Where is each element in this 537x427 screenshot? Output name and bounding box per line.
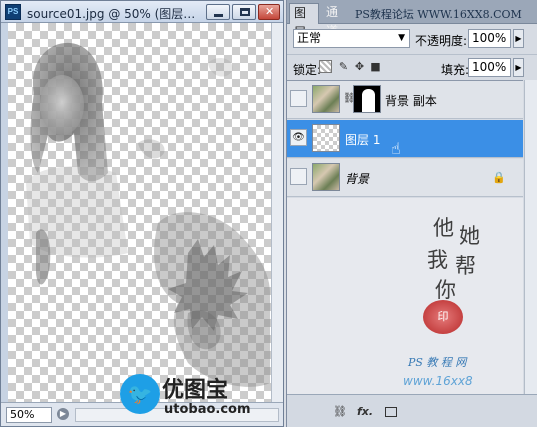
visibility-toggle[interactable] <box>290 168 307 185</box>
blossom-shape-2 <box>208 57 233 77</box>
face-shape <box>40 75 84 135</box>
brand-name-cn: 优图宝 <box>162 378 229 403</box>
layer-thumbnail <box>312 163 340 191</box>
visibility-toggle[interactable] <box>290 90 307 107</box>
tab-layers[interactable]: 图层 <box>289 3 319 39</box>
layers-list: ⛓ 背景 副本 👁 图层 1 背景 🔒 ☝ <box>287 80 523 198</box>
layer-name: 背景 副本 <box>385 94 437 108</box>
blossom-shape <box>138 139 165 159</box>
maximize-button[interactable] <box>232 4 256 20</box>
layer-row-layer-1[interactable]: 👁 图层 1 <box>287 120 523 158</box>
canvas-image <box>26 42 270 387</box>
opacity-field[interactable]: 100% <box>468 29 511 48</box>
close-button[interactable]: ✕ <box>258 4 280 20</box>
link-layers-icon[interactable]: ⛓ <box>333 405 347 418</box>
add-mask-icon[interactable] <box>385 407 397 417</box>
calligraphy-char: 我 <box>427 248 448 272</box>
mask-silhouette <box>362 89 375 112</box>
image-canvas[interactable] <box>8 23 271 402</box>
site-watermark: PS教程论坛 WWW.16XX8.COM <box>355 8 522 21</box>
layer-mask-thumbnail[interactable] <box>353 85 381 113</box>
fill-field[interactable]: 100% <box>468 58 511 77</box>
brand-watermark: 🐦 优图宝 utobao.com <box>120 372 251 424</box>
fill-label: 填充: <box>441 63 470 77</box>
lock-image-pixels-icon[interactable]: ✎ <box>337 60 350 73</box>
blend-mode-value: 正常 <box>297 31 322 45</box>
lock-all-icon[interactable]: ■ <box>369 60 382 73</box>
layer-thumbnail <box>312 85 340 113</box>
bird-logo-icon: 🐦 <box>120 374 160 414</box>
status-menu-arrow-icon[interactable]: ▶ <box>57 408 69 420</box>
calligraphy-watermark-area: 他 她 我 帮 你 印 PS 教 程 网 www.16xx8 <box>287 198 523 394</box>
panel-tab-bar: 图层 通道 PS教程论坛 WWW.16XX8.COM <box>287 0 537 39</box>
document-window: PS source01.jpg @ 50% (图层… ✕ 50% ▶ <box>0 0 284 427</box>
document-title: source01.jpg @ 50% (图层… <box>27 7 196 21</box>
layers-panel: 图层 通道 PS教程论坛 WWW.16XX8.COM 正常 ▼ 不透明度: 10… <box>286 0 537 427</box>
lock-position-icon[interactable]: ✥ <box>353 60 366 73</box>
blend-mode-select[interactable]: 正常 ▼ <box>293 29 410 48</box>
zoom-field[interactable]: 50% <box>6 407 52 423</box>
lock-label: 锁定: <box>293 63 322 77</box>
layer-row-background-copy[interactable]: ⛓ 背景 副本 <box>287 81 523 119</box>
layer-style-icon[interactable]: fx. <box>357 405 373 418</box>
red-seal-stamp: 印 <box>423 300 463 334</box>
layers-panel-footer: ⛓ fx. <box>287 394 537 427</box>
layers-scrollbar[interactable] <box>524 80 537 394</box>
calligraphy-char: 她 <box>459 224 480 248</box>
maximize-icon <box>240 8 250 16</box>
minimize-button[interactable] <box>206 4 230 20</box>
calligraphy-char: 帮 <box>455 254 476 278</box>
layer-row-background[interactable]: 背景 🔒 <box>287 159 523 197</box>
photoshop-app-icon: PS <box>5 4 21 20</box>
eye-icon[interactable]: 👁 <box>290 129 307 146</box>
opacity-slider-arrow-icon[interactable]: ▶ <box>513 29 524 48</box>
layer-name: 背景 <box>345 172 370 186</box>
canvas-vertical-scrollbar[interactable] <box>271 23 283 402</box>
calligraphy-char: 他 <box>433 216 454 240</box>
layer-thumbnail <box>312 124 340 152</box>
site-url-text: www.16xx8 <box>403 374 473 388</box>
close-icon: ✕ <box>265 5 275 18</box>
photoshop-workspace: PS source01.jpg @ 50% (图层… ✕ 50% ▶ 图 通 P… <box>0 0 537 427</box>
brand-name-en: utobao.com <box>164 402 251 417</box>
minimize-icon <box>214 14 223 17</box>
lock-icon: 🔒 <box>492 171 506 184</box>
document-titlebar[interactable]: PS source01.jpg @ 50% (图层… ✕ <box>1 1 283 23</box>
lock-transparent-pixels-icon[interactable] <box>319 60 332 73</box>
site-name-text: PS 教 程 网 <box>408 356 467 369</box>
layer-name: 图层 1 <box>345 133 381 147</box>
tab-channels[interactable]: 通道 <box>322 3 352 38</box>
fill-slider-arrow-icon[interactable]: ▶ <box>513 58 524 77</box>
hand-pointer-icon: ☝ <box>391 139 401 158</box>
opacity-label: 不透明度: <box>415 34 468 48</box>
dropdown-arrow-icon: ▼ <box>398 33 405 43</box>
